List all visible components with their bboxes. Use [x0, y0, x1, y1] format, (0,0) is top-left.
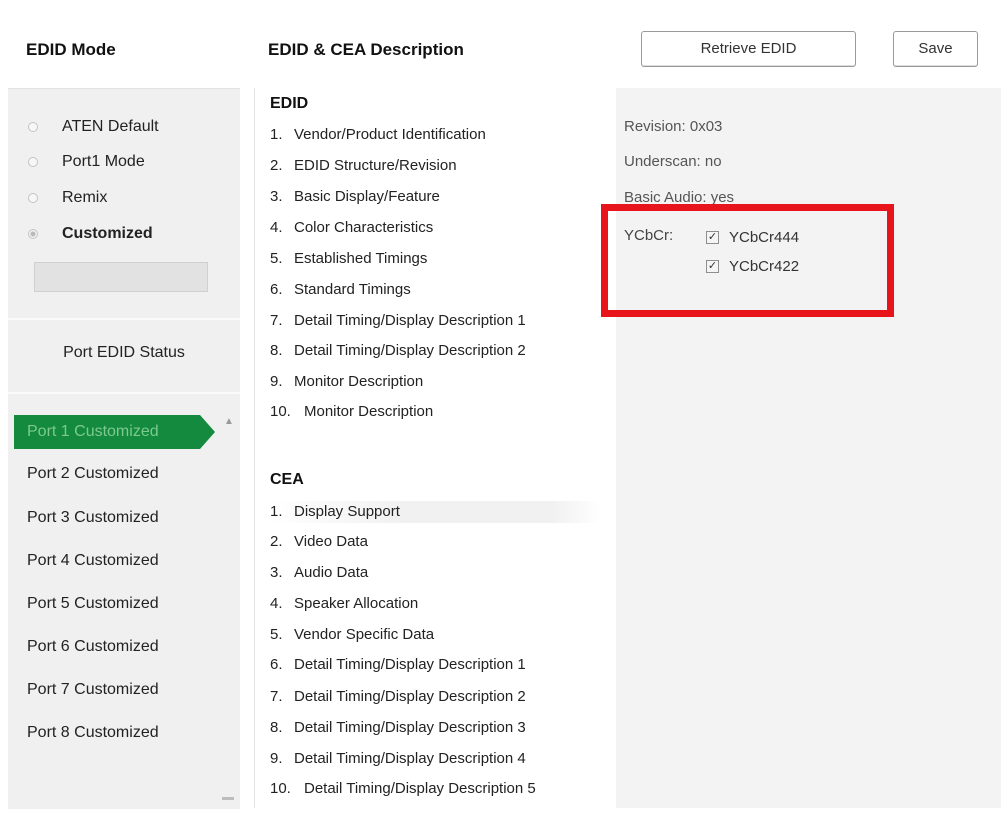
radio-icon[interactable]: [28, 193, 38, 203]
port-item-6[interactable]: Port 6 Customized: [27, 635, 159, 659]
port-label: Port 1 Customized: [27, 423, 159, 440]
mode-option-port1[interactable]: Port1 Mode: [28, 150, 145, 174]
port-item-3[interactable]: Port 3 Customized: [27, 506, 159, 530]
edid-item[interactable]: 2. EDID Structure/Revision: [270, 155, 457, 177]
port-item-8[interactable]: Port 8 Customized: [27, 721, 159, 745]
edid-item[interactable]: 9. Monitor Description: [270, 371, 423, 393]
cea-section-title: CEA: [270, 471, 304, 488]
radio-icon[interactable]: [28, 122, 38, 132]
edid-item[interactable]: 7. Detail Timing/Display Description 1: [270, 310, 526, 332]
edid-item[interactable]: 8. Detail Timing/Display Description 2: [270, 340, 526, 362]
mode-option-remix[interactable]: Remix: [28, 186, 107, 210]
port-item-2[interactable]: Port 2 Customized: [27, 462, 159, 486]
port-item-5[interactable]: Port 5 Customized: [27, 592, 159, 616]
revision-value: Revision: 0x03: [624, 118, 723, 135]
edid-item[interactable]: 3. Basic Display/Feature: [270, 186, 440, 208]
radio-selected-icon[interactable]: [28, 229, 38, 239]
divider: [8, 392, 240, 394]
mode-label: Port1 Mode: [62, 153, 145, 170]
mode-option-customized[interactable]: Customized: [28, 222, 153, 246]
description-title: EDID & CEA Description: [268, 40, 464, 59]
cea-item[interactable]: 5. Vendor Specific Data: [270, 624, 434, 646]
cea-item[interactable]: 3. Audio Data: [270, 562, 368, 584]
retrieve-edid-button[interactable]: Retrieve EDID: [641, 31, 856, 67]
divider: [8, 318, 240, 320]
edid-item[interactable]: 1. Vendor/Product Identification: [270, 124, 486, 146]
edid-item[interactable]: 5. Established Timings: [270, 248, 427, 270]
edid-item[interactable]: 4. Color Characteristics: [270, 217, 433, 239]
mode-option-aten-default[interactable]: ATEN Default: [28, 115, 159, 139]
scrollbar-thumb[interactable]: [222, 797, 234, 800]
edid-mode-title: EDID Mode: [26, 40, 116, 59]
edid-item[interactable]: 6. Standard Timings: [270, 279, 411, 301]
port-item-7[interactable]: Port 7 Customized: [27, 678, 159, 702]
cea-item[interactable]: 4. Speaker Allocation: [270, 593, 418, 615]
cea-item[interactable]: 7. Detail Timing/Display Description 2: [270, 686, 526, 708]
customized-name-field[interactable]: [34, 262, 208, 292]
cea-item[interactable]: 2. Video Data: [270, 531, 368, 553]
mode-label: Customized: [62, 225, 153, 242]
edid-item[interactable]: 10. Monitor Description: [270, 401, 433, 423]
port-item-1-active[interactable]: Port 1 Customized: [14, 415, 215, 449]
cea-item[interactable]: 6. Detail Timing/Display Description 1: [270, 654, 526, 676]
mode-label: ATEN Default: [62, 118, 159, 135]
port-item-4[interactable]: Port 4 Customized: [27, 549, 159, 573]
mode-label: Remix: [62, 189, 108, 206]
highlight-box: [601, 204, 894, 317]
radio-icon[interactable]: [28, 157, 38, 167]
cea-item-selected[interactable]: 1. Display Support: [270, 501, 602, 523]
edid-section-title: EDID: [270, 95, 309, 112]
cea-item[interactable]: 10. Detail Timing/Display Description 5: [270, 778, 536, 800]
cea-item[interactable]: 9. Detail Timing/Display Description 4: [270, 748, 526, 770]
cea-item[interactable]: 8. Detail Timing/Display Description 3: [270, 717, 526, 739]
save-button[interactable]: Save: [893, 31, 978, 67]
underscan-value: Underscan: no: [624, 153, 722, 170]
scroll-up-icon[interactable]: ▲: [224, 416, 234, 427]
port-edid-status-title: Port EDID Status: [63, 344, 185, 361]
